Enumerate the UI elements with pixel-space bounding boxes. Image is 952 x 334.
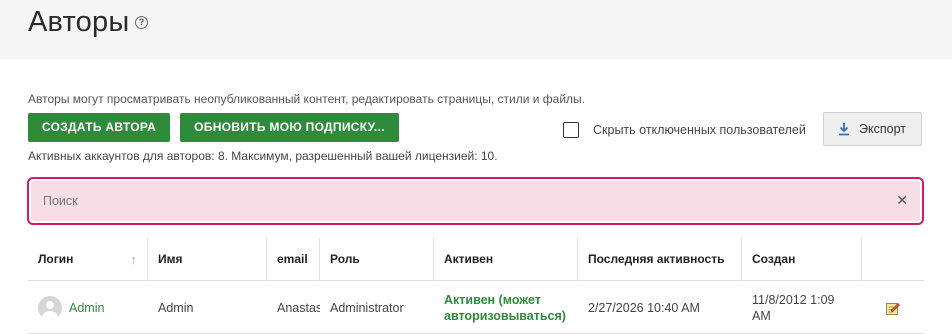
column-header-role[interactable]: Роль — [320, 238, 434, 281]
export-label: Экспорт — [859, 122, 906, 136]
column-header-email[interactable]: email — [267, 238, 320, 281]
status-active: Активен (может авторизовываться) — [444, 293, 566, 323]
license-info: Активных аккаунтов для авторов: 8. Макси… — [28, 149, 498, 163]
column-header-active[interactable]: Активен — [434, 238, 578, 281]
cell-email: Anastas — [277, 301, 320, 315]
column-header-last-activity[interactable]: Последняя активность — [578, 238, 742, 281]
column-header-name[interactable]: Имя — [148, 238, 267, 281]
table-row: Admin Admin Anastas Administrator Активе… — [28, 282, 924, 334]
update-subscription-button[interactable]: ОБНОВИТЬ МОЮ ПОДПИСКУ... — [180, 113, 399, 142]
search-field-wrapper: ✕ — [31, 181, 920, 221]
search-input[interactable] — [31, 181, 871, 221]
create-author-button[interactable]: СОЗДАТЬ АВТОРА — [28, 113, 170, 142]
page-header: Авторы ? — [0, 0, 952, 59]
hide-disabled-checkbox[interactable] — [563, 122, 579, 138]
help-icon[interactable]: ? — [135, 16, 148, 29]
column-header-created[interactable]: Создан — [742, 238, 862, 281]
cell-active: Активен (может авторизовываться) — [434, 282, 578, 334]
page-description: Авторы могут просматривать неопубликован… — [28, 92, 585, 106]
cell-created: 11/8/2012 1:09 AM — [752, 293, 835, 323]
cell-login: Admin — [28, 282, 148, 334]
download-icon — [839, 123, 849, 136]
cell-name: Admin — [158, 301, 194, 315]
search-box: ✕ — [27, 177, 924, 225]
hide-disabled-label[interactable]: Скрыть отключенных пользователей — [593, 123, 806, 137]
avatar — [38, 296, 62, 320]
clear-search-icon[interactable]: ✕ — [896, 192, 908, 209]
export-button[interactable]: Экспорт — [823, 112, 922, 146]
column-label: Логин — [38, 252, 74, 266]
cell-actions — [862, 282, 924, 334]
edit-icon[interactable] — [886, 301, 900, 315]
column-header-actions — [862, 238, 924, 281]
sort-ascending-icon[interactable]: ↑ — [131, 238, 138, 281]
cell-last-activity: 2/27/2026 10:40 AM — [588, 301, 700, 315]
login-link[interactable]: Admin — [69, 301, 104, 315]
table-header: Логин ↑ Имя email Роль Активен Последняя… — [28, 238, 924, 281]
cell-role: Administrator — [330, 301, 404, 315]
column-header-login[interactable]: Логин ↑ — [28, 238, 148, 281]
page-title: Авторы — [28, 6, 130, 38]
